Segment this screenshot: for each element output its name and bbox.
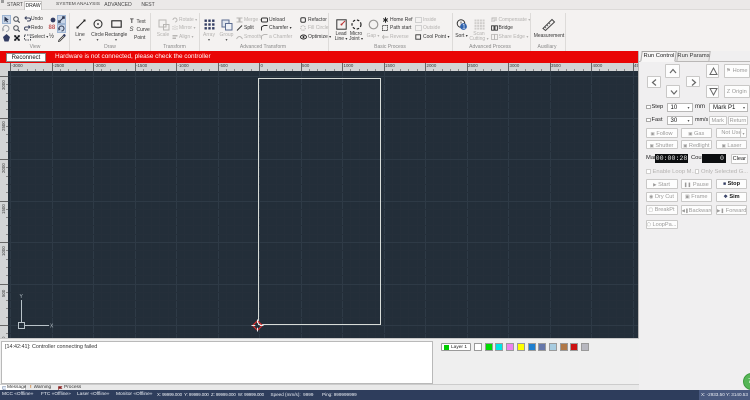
svg-text:X: X (50, 323, 54, 329)
svg-text:Y: Y (20, 294, 24, 300)
